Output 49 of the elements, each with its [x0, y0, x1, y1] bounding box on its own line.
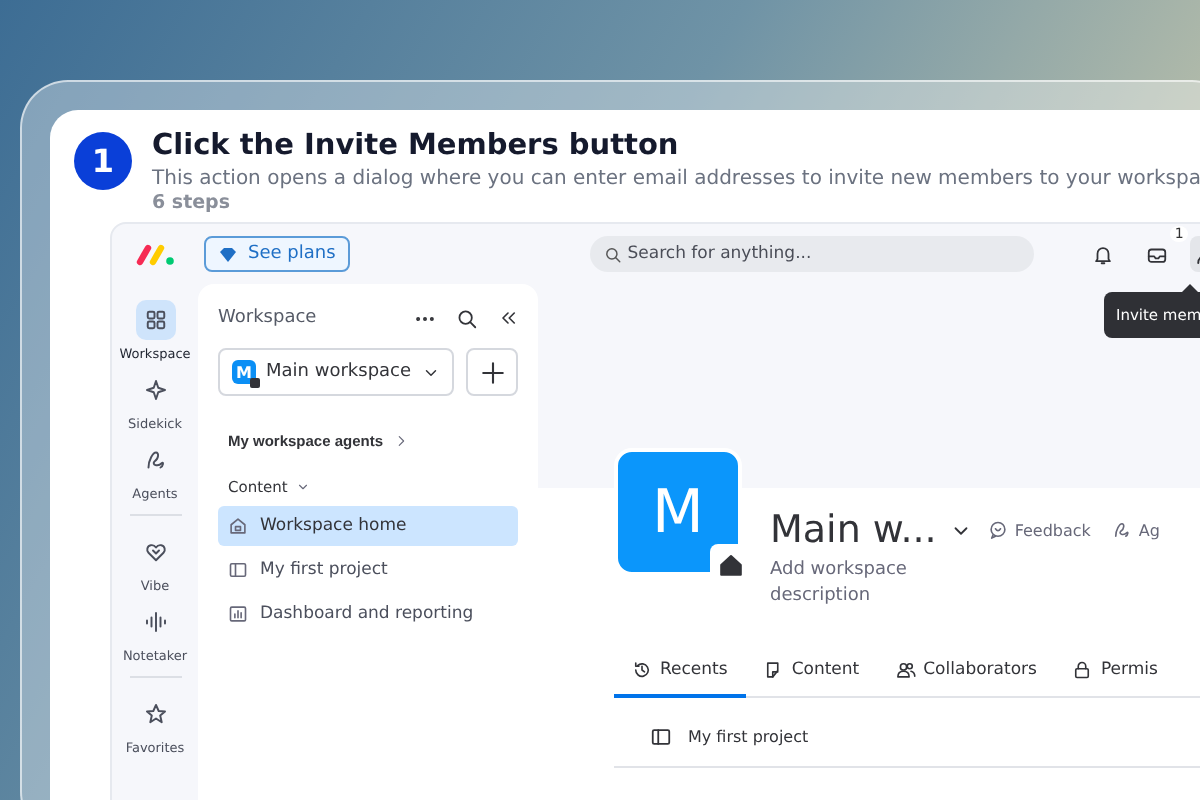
waveform-icon: [143, 610, 167, 634]
people-icon: [895, 660, 916, 681]
step-description: This action opens a dialog where you can enter email addresses to invite new members to your workspa: [152, 168, 1200, 190]
step-count: 6 steps: [152, 192, 233, 214]
sidebar-item[interactable]: Dashboard and reporting: [218, 594, 518, 634]
star-icon: [143, 702, 167, 726]
sidebar-item[interactable]: Workspace home: [218, 506, 518, 546]
grid-icon: [143, 308, 167, 332]
chevron-down-icon: [295, 480, 310, 494]
board-icon: [650, 726, 672, 749]
workspace-dropdown[interactable]: M Main workspace: [218, 348, 454, 396]
tab[interactable]: Collaborators: [877, 652, 1055, 699]
step-title: Click the Invite Members button: [152, 130, 681, 162]
feedback-icon: [988, 520, 1009, 540]
chart-icon: [228, 604, 248, 624]
header-action[interactable]: Ag: [1106, 520, 1166, 540]
bell-icon: [1091, 243, 1114, 265]
agent-icon: [143, 448, 167, 472]
board-icon: [228, 560, 248, 580]
logo-icon: [136, 242, 176, 266]
tab[interactable]: Content: [745, 652, 878, 699]
search-field[interactable]: Search for anything...: [589, 236, 1034, 272]
lock-icon: [1072, 660, 1093, 681]
add-button[interactable]: [466, 348, 518, 396]
recent-item[interactable]: My first project: [688, 728, 809, 747]
header-action[interactable]: Feedback: [982, 520, 1097, 540]
tab[interactable]: Permis: [1054, 652, 1176, 699]
sidebar-title: Workspace: [218, 308, 319, 328]
home-icon: [228, 516, 248, 536]
agent-icon: [1112, 520, 1133, 540]
workspace-title: Main w...: [770, 508, 937, 552]
search-icon: [456, 307, 478, 329]
step-number: 1: [74, 132, 132, 190]
workspace-avatar: M: [232, 360, 256, 384]
document-icon: [763, 660, 784, 681]
inbox-icon: [1145, 243, 1168, 265]
sidebar-item[interactable]: My first project: [218, 550, 518, 590]
workspace-description[interactable]: Add workspace description: [770, 558, 990, 609]
plus-icon: [479, 359, 505, 385]
diamond-icon: [218, 245, 238, 263]
tab[interactable]: Recents: [614, 652, 746, 699]
see-plans-button[interactable]: See plans: [204, 236, 350, 272]
chevron-right-icon: [393, 434, 408, 448]
search-icon: [603, 245, 622, 263]
heart-icon: [143, 540, 167, 564]
sparkle-icon: [143, 378, 167, 402]
home-icon: [717, 551, 743, 577]
history-icon: [632, 660, 652, 681]
collapse-icon: [498, 308, 518, 328]
